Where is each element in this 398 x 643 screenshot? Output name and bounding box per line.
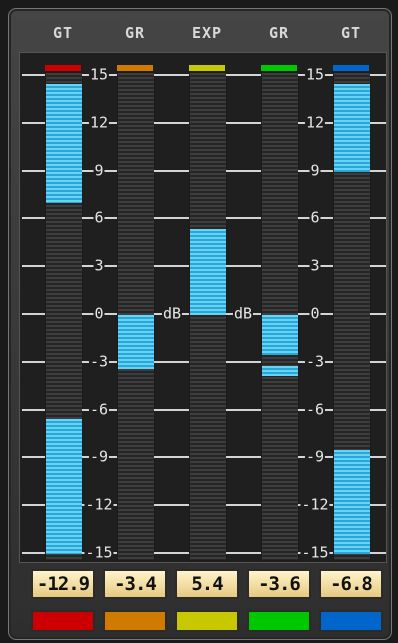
meter-fill [190,228,226,315]
db-unit-label: dB [232,304,254,323]
meter-header: GR [124,24,146,42]
scale-label: 12 [304,113,326,132]
scale-tick [154,217,189,220]
channel-color-cap [117,65,153,71]
meter-fill [46,83,82,204]
channel-color-swatch[interactable] [247,610,311,632]
scale-label: 3 [309,256,321,275]
scale-tick [370,74,386,76]
channel-color-cap [45,65,81,71]
scale-tick [370,552,386,554]
scale-tick [226,169,261,172]
channel-color-cap [333,65,369,71]
scale-label: -6 [304,400,326,419]
scale-tick [22,360,45,363]
channel-color-cap [261,65,297,71]
scale-label: 15 [88,65,110,84]
scale-tick [154,265,189,268]
scale-tick [370,456,386,459]
scale-label: 9 [93,161,105,180]
value-readout[interactable]: -12.9 [31,569,95,599]
scale-tick [22,552,45,554]
scale-tick [22,121,45,124]
scale-label: 9 [309,161,321,180]
scale-label: 6 [93,208,105,227]
value-readout[interactable]: 5.4 [175,569,239,599]
scale-tick [154,121,189,124]
scale-label: 15 [304,65,326,84]
level-meter [117,72,155,561]
meter-header: GT [340,24,362,42]
channel-color-cap [189,65,225,71]
scale-tick [22,504,45,507]
scale-tick [226,265,261,268]
scale-tick [370,504,386,507]
scale-tick [226,121,261,124]
scale-tick [22,313,45,315]
level-meter [189,72,227,561]
scale-tick [370,360,386,363]
value-readout[interactable]: -3.6 [247,569,311,599]
scale-tick [226,456,261,459]
channel-color-swatch[interactable] [319,610,383,632]
level-meter [261,72,299,561]
meter-fill [334,450,370,554]
scale-tick [22,265,45,268]
meter-header: GT [52,24,74,42]
meter-fill [46,418,82,554]
scale-tick [226,408,261,411]
meter-header: GR [268,24,290,42]
scale-tick [154,169,189,172]
scale-tick [22,169,45,172]
scale-tick [226,360,261,363]
scale-tick [154,504,189,507]
scale-tick [154,456,189,459]
scale-label: -12 [300,495,330,514]
meter-header: EXP [191,24,223,42]
scale-label: 3 [93,256,105,275]
scale-tick [154,360,189,363]
value-readout[interactable]: -6.8 [319,569,383,599]
scale-label: 6 [309,208,321,227]
meter-fill [334,83,370,172]
scale-tick [370,408,386,411]
scale-label: 0 [309,304,321,323]
value-readout[interactable]: -3.4 [103,569,167,599]
scale-label: -12 [84,495,114,514]
scale-tick [370,313,386,315]
scale-label: -15 [84,543,114,562]
meter-fill [118,315,154,370]
scale-tick [226,552,261,554]
scale-label: 0 [93,304,105,323]
scale-tick [154,74,189,76]
scale-tick [22,456,45,459]
scale-tick [154,408,189,411]
meter-fill [262,315,298,355]
scale-tick [370,265,386,268]
meter-fill [262,365,298,376]
scale-tick [22,217,45,220]
level-meter [333,72,371,561]
channel-color-swatch[interactable] [31,610,95,632]
scale-label: 12 [88,113,110,132]
scale-label: -9 [88,447,110,466]
scale-tick [370,169,386,172]
scale-label: -3 [88,352,110,371]
scale-label: -9 [304,447,326,466]
scale-label: -3 [304,352,326,371]
scale-tick [226,504,261,507]
scale-label: -15 [300,543,330,562]
channel-color-swatch[interactable] [103,610,167,632]
channel-color-swatch[interactable] [175,610,239,632]
level-meter [45,72,83,561]
scale-label: -6 [88,400,110,419]
scale-tick [370,217,386,220]
scale-tick [154,552,189,554]
scale-tick [22,408,45,411]
scale-tick [370,121,386,124]
scale-tick [226,217,261,220]
scale-tick [226,74,261,76]
db-unit-label: dB [161,304,183,323]
scale-tick [22,74,45,76]
